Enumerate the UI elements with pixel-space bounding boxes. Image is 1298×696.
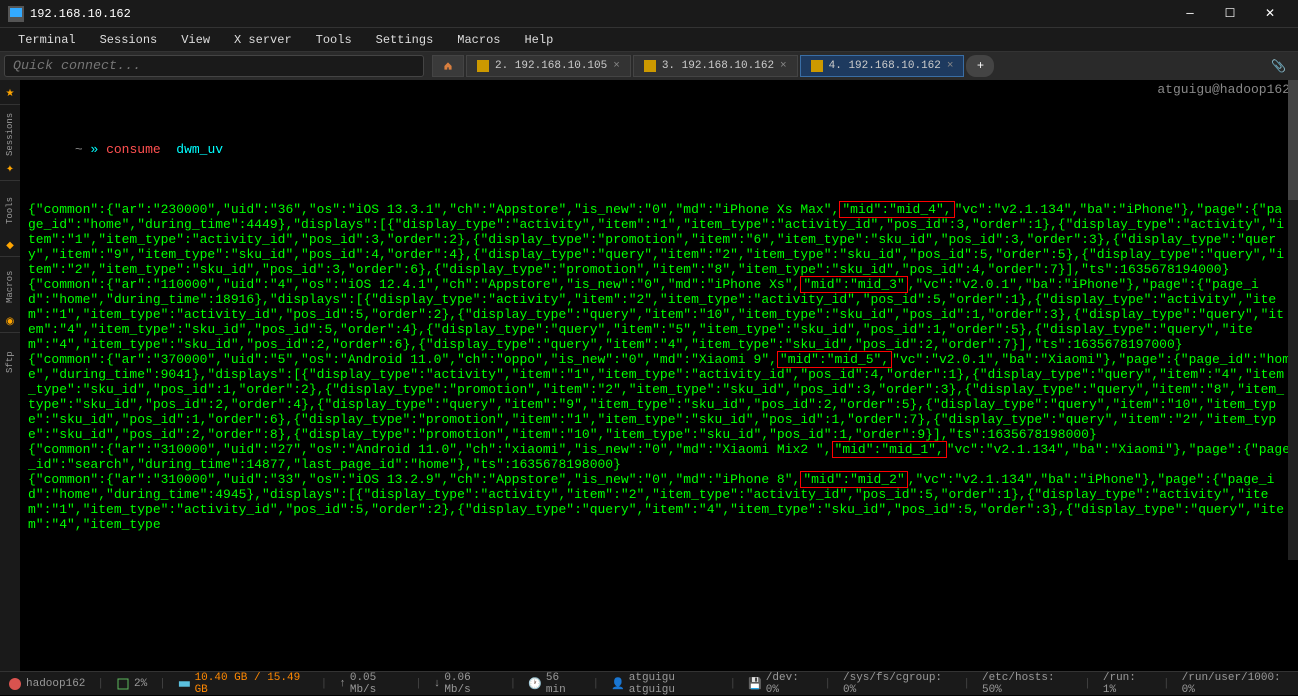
main: ★ Sessions ✦ Tools ◆ Macros ◉ Sftp atgui… — [0, 80, 1298, 671]
close-button[interactable]: ✕ — [1250, 0, 1290, 28]
tab-label: 2. 192.168.10.105 — [495, 60, 607, 72]
cpu-icon — [116, 677, 130, 691]
menu-tools[interactable]: Tools — [306, 31, 362, 49]
tab-3[interactable]: 3. 192.168.10.162 × — [633, 55, 798, 77]
quick-connect-input[interactable] — [4, 55, 424, 77]
memory-icon — [178, 677, 191, 691]
user-icon: 👤 — [611, 677, 625, 691]
sidebar-tools[interactable]: Tools — [0, 180, 20, 240]
tab-home[interactable] — [432, 55, 464, 77]
tab-label: 4. 192.168.10.162 — [829, 60, 941, 72]
add-tab-button[interactable]: + — [966, 55, 994, 77]
status-host: hadoop162 — [8, 677, 85, 691]
statusbar: hadoop162 | 2% | 10.40 GB / 15.49 GB | ↑… — [0, 671, 1298, 695]
status-upload: ↑ 0.05 Mb/s — [339, 672, 403, 696]
download-icon: ↓ — [434, 678, 441, 690]
prompt-arrow: » — [90, 142, 98, 157]
status-user: 👤 atguigu atguigu — [611, 672, 717, 696]
sidebar-sftp[interactable]: Sftp — [0, 332, 20, 392]
menubar: Terminal Sessions View X server Tools Se… — [0, 28, 1298, 52]
status-etc: /etc/hosts: 50% — [982, 672, 1072, 696]
user-host: atguigu@hadoop162 — [1157, 82, 1290, 97]
sidebar: ★ Sessions ✦ Tools ◆ Macros ◉ Sftp — [0, 80, 20, 671]
menu-xserver[interactable]: X server — [224, 31, 302, 49]
status-download: ↓ 0.06 Mb/s — [434, 672, 498, 696]
menu-help[interactable]: Help — [514, 31, 563, 49]
tab-label: 3. 192.168.10.162 — [662, 60, 774, 72]
terminal-icon — [644, 60, 656, 72]
disk-icon: 💾 — [748, 677, 762, 691]
sidebar-macros[interactable]: Macros — [0, 256, 20, 316]
command: consume — [106, 142, 161, 157]
status-cpu: 2% — [116, 677, 147, 691]
status-runuser: /run/user/1000: 0% — [1182, 672, 1290, 696]
upload-icon: ↑ — [339, 678, 346, 690]
command-arg: dwm_uv — [176, 142, 223, 157]
close-icon[interactable]: × — [947, 60, 954, 72]
terminal[interactable]: atguigu@hadoop162 ~ » consume dwm_uv {"c… — [20, 80, 1298, 671]
status-uptime: 🕐 56 min — [528, 672, 580, 696]
toolbar: 2. 192.168.10.105 × 3. 192.168.10.162 × … — [0, 52, 1298, 80]
status-run: /run: 1% — [1103, 672, 1151, 696]
menu-view[interactable]: View — [171, 31, 220, 49]
close-icon[interactable]: × — [613, 60, 620, 72]
menu-sessions[interactable]: Sessions — [90, 31, 168, 49]
tab-2[interactable]: 2. 192.168.10.105 × — [466, 55, 631, 77]
pin-icon[interactable]: 📎 — [1271, 59, 1286, 74]
prompt-cwd: ~ — [75, 142, 83, 157]
clock-icon: 🕐 — [528, 677, 542, 691]
sidebar-macro-icon[interactable]: ◆ — [6, 240, 14, 256]
sidebar-tool-icon[interactable]: ✦ — [6, 164, 14, 180]
home-icon — [443, 60, 453, 72]
titlebar: 192.168.10.162 ─ ☐ ✕ — [0, 0, 1298, 28]
terminal-icon — [477, 60, 489, 72]
status-disks: 💾 /dev: 0% — [748, 672, 812, 696]
sidebar-sftp-icon[interactable]: ◉ — [6, 316, 15, 332]
window-title: 192.168.10.162 — [30, 7, 1170, 21]
close-icon[interactable]: × — [780, 60, 787, 72]
host-icon — [8, 677, 22, 691]
status-memory: 10.40 GB / 15.49 GB — [178, 672, 309, 696]
scrollbar-thumb[interactable] — [1288, 80, 1298, 200]
tab-4[interactable]: 4. 192.168.10.162 × — [800, 55, 965, 77]
app-icon — [8, 6, 24, 22]
tab-bar: 2. 192.168.10.105 × 3. 192.168.10.162 × … — [432, 55, 1294, 77]
terminal-icon — [811, 60, 823, 72]
status-sysfs: /sys/fs/cgroup: 0% — [843, 672, 951, 696]
menu-settings[interactable]: Settings — [366, 31, 444, 49]
menu-terminal[interactable]: Terminal — [8, 31, 86, 49]
menu-macros[interactable]: Macros — [447, 31, 510, 49]
maximize-button[interactable]: ☐ — [1210, 0, 1250, 28]
scrollbar[interactable] — [1288, 80, 1298, 560]
terminal-output: {"common":{"ar":"230000","uid":"36","os"… — [28, 202, 1290, 532]
minimize-button[interactable]: ─ — [1170, 0, 1210, 28]
prompt-line: ~ » consume dwm_uv — [28, 127, 1290, 172]
sidebar-sessions[interactable]: Sessions — [0, 104, 20, 164]
sidebar-star-icon[interactable]: ★ — [6, 88, 15, 104]
